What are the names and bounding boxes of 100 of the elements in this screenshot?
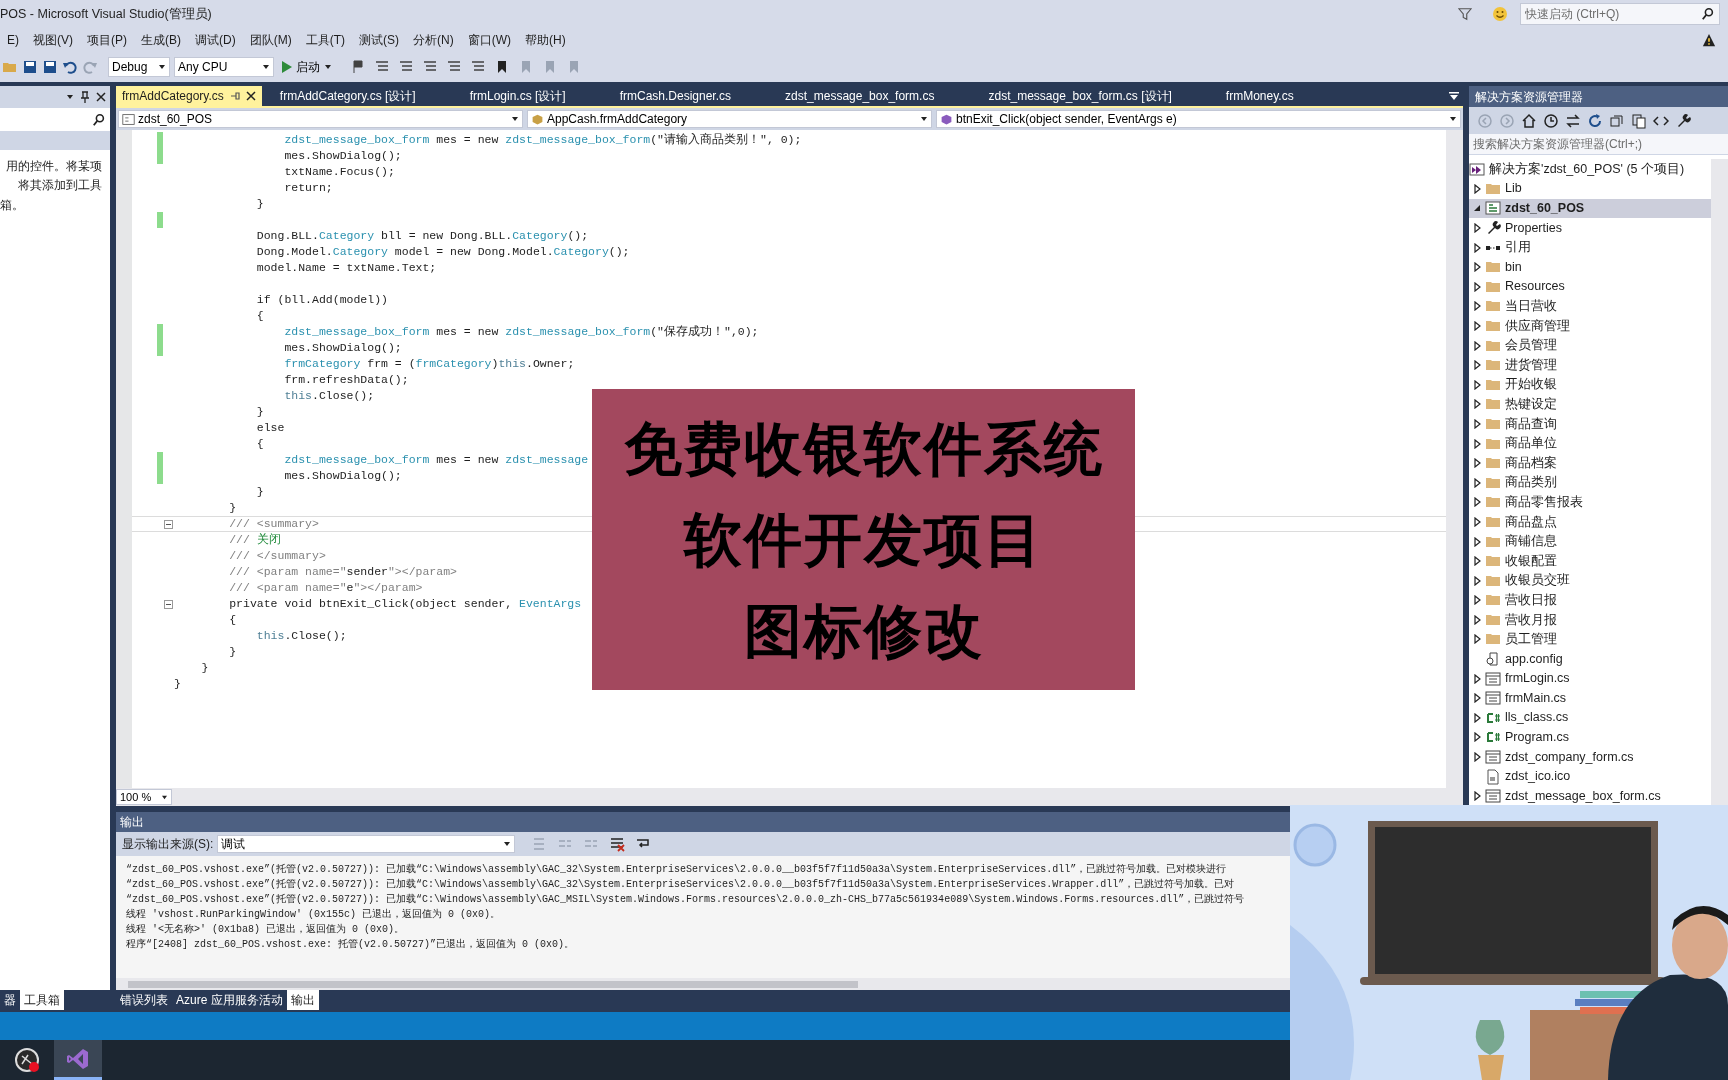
recorder-app-icon[interactable] <box>14 1047 40 1073</box>
tree-item[interactable]: 营收日报 <box>1505 590 1557 610</box>
collapsed-arrow-icon[interactable] <box>1473 556 1481 567</box>
panel-tab[interactable]: 工具箱 <box>20 990 64 1010</box>
copy-icon[interactable] <box>1631 112 1647 129</box>
tree-item[interactable]: frmLogin.cs <box>1505 669 1570 689</box>
tree-item[interactable]: 商铺信息 <box>1505 532 1557 551</box>
tree-item[interactable]: 商品零售报表 <box>1505 492 1583 512</box>
output-source-dropdown[interactable]: 调试 <box>217 835 516 853</box>
filter-icon[interactable] <box>1458 7 1472 21</box>
tree-item[interactable]: 当日营收 <box>1505 297 1557 316</box>
refresh-icon[interactable] <box>1587 112 1603 129</box>
tree-item[interactable]: 商品类别 <box>1505 473 1557 493</box>
collapsed-arrow-icon[interactable] <box>1473 712 1481 723</box>
tree-item[interactable]: frmMain.cs <box>1505 688 1567 708</box>
tree-item[interactable]: 收银配置 <box>1505 551 1557 571</box>
panel-tab[interactable]: 器 <box>0 990 20 1010</box>
save-all-icon[interactable] <box>42 59 58 75</box>
tree-item[interactable]: Lib <box>1505 179 1522 199</box>
panel-tab[interactable]: 输出 <box>286 990 319 1010</box>
tree-item[interactable]: app.config <box>1505 649 1563 669</box>
quick-launch-box[interactable]: 快速启动 (Ctrl+Q) <box>1520 3 1720 25</box>
collapsed-arrow-icon[interactable] <box>1473 497 1481 508</box>
start-button[interactable]: 启动 <box>278 56 336 78</box>
tree-item[interactable]: 营收月报 <box>1505 610 1557 630</box>
menu-item[interactable]: 测试(S) <box>352 31 406 49</box>
tree-item[interactable]: bin <box>1505 257 1522 277</box>
tree-item[interactable]: 解决方案'zdst_60_POS' (5 个项目) <box>1489 159 1685 179</box>
collapsed-arrow-icon[interactable] <box>1473 614 1481 625</box>
close-icon[interactable] <box>96 92 106 102</box>
editor-tab[interactable]: zdst_message_box_form.cs [设计] <box>982 86 1178 106</box>
editor-tab[interactable]: frmCash.Designer.cs <box>613 86 738 106</box>
collapsed-arrow-icon[interactable] <box>1473 418 1481 429</box>
tree-item[interactable]: 热键设定 <box>1505 394 1557 414</box>
collapsed-arrow-icon[interactable] <box>1473 752 1481 763</box>
tree-item[interactable]: zdst_company_form.cs <box>1505 747 1634 767</box>
collapsed-arrow-icon[interactable] <box>1473 379 1481 390</box>
collapsed-arrow-icon[interactable] <box>1473 360 1481 371</box>
editor-tab[interactable]: frmAddCategory.cs <box>116 86 262 106</box>
collapsed-arrow-icon[interactable] <box>1473 634 1481 645</box>
tree-item[interactable]: Resources <box>1505 277 1565 297</box>
tree-item[interactable]: 会员管理 <box>1505 336 1557 355</box>
collapsed-arrow-icon[interactable] <box>1473 732 1481 743</box>
panel-tab[interactable]: 错误列表 <box>116 990 172 1010</box>
tree-item[interactable]: Properties <box>1505 218 1562 238</box>
editor-tab[interactable]: frmAddCategory.cs [设计] <box>273 86 422 106</box>
navigation-dropdown[interactable]: btnExit_Click(object sender, EventArgs e) <box>936 110 1461 128</box>
quick-launch-field[interactable]: 快速启动 (Ctrl+Q) <box>1525 5 1701 23</box>
home-icon[interactable] <box>1521 112 1537 129</box>
tree-item[interactable]: Program.cs <box>1505 728 1569 747</box>
collapsed-arrow-icon[interactable] <box>1473 399 1481 410</box>
menu-item[interactable]: 分析(N) <box>406 31 461 49</box>
pin-icon[interactable] <box>80 91 90 103</box>
tree-item[interactable]: 商品档案 <box>1505 453 1557 473</box>
editor-tab[interactable]: zdst_message_box_form.cs <box>779 86 941 106</box>
warning-icon[interactable] <box>1702 33 1716 47</box>
collapsed-arrow-icon[interactable] <box>1473 516 1481 527</box>
tree-item[interactable]: 开始收银 <box>1505 375 1557 395</box>
navigation-dropdown[interactable]: AppCash.frmAddCategory <box>527 110 932 128</box>
collapsed-arrow-icon[interactable] <box>1473 262 1481 273</box>
dropdown-icon[interactable] <box>66 94 74 100</box>
tree-item[interactable]: 进货管理 <box>1505 355 1557 375</box>
menu-item[interactable]: 生成(B) <box>134 31 188 49</box>
configuration-dropdown[interactable]: Debug <box>108 57 170 77</box>
collapse-icon[interactable] <box>164 599 173 609</box>
collapsed-arrow-icon[interactable] <box>1473 223 1481 233</box>
collapsed-arrow-icon[interactable] <box>1473 281 1481 292</box>
collapsed-arrow-icon[interactable] <box>1473 673 1481 684</box>
tree-item[interactable]: 商品盘点 <box>1505 512 1557 532</box>
menu-item[interactable]: 工具(T) <box>298 31 352 49</box>
tree-item[interactable]: 收银员交班 <box>1505 571 1570 591</box>
tree-item[interactable]: 供应商管理 <box>1505 316 1570 336</box>
tree-item[interactable]: 商品查询 <box>1505 414 1557 434</box>
smiley-icon[interactable] <box>1492 6 1508 22</box>
collapsed-arrow-icon[interactable] <box>1473 301 1481 312</box>
editor-tab[interactable]: frmLogin.cs [设计] <box>463 86 572 106</box>
navigation-dropdown[interactable]: zdst_60_POS <box>118 110 523 128</box>
menu-item[interactable]: 视图(V) <box>26 31 80 49</box>
flag-icon[interactable] <box>350 59 366 75</box>
tree-item[interactable]: zdst_60_POS <box>1505 199 1585 218</box>
collapsed-arrow-icon[interactable] <box>1473 536 1481 547</box>
selected-row[interactable]: zdst_60_POS <box>1469 198 1711 219</box>
collapsed-arrow-icon[interactable] <box>1473 438 1481 449</box>
menu-item[interactable]: 团队(M) <box>242 31 299 49</box>
collapsed-arrow-icon[interactable] <box>1473 477 1481 488</box>
history-icon[interactable] <box>1543 112 1559 129</box>
undo-icon[interactable] <box>62 59 78 75</box>
panel-tab[interactable]: Azure 应用服务活动 <box>172 990 287 1010</box>
collapsed-arrow-icon[interactable] <box>1473 242 1481 253</box>
tab-list-icon[interactable] <box>1449 92 1459 100</box>
pin-icon[interactable] <box>229 91 240 101</box>
menu-item[interactable]: 调试(D) <box>188 31 243 49</box>
platform-dropdown[interactable]: Any CPU <box>174 57 274 77</box>
collapse-all-icon[interactable] <box>1609 112 1625 129</box>
collapsed-arrow-icon[interactable] <box>1473 320 1481 331</box>
editor-tab[interactable]: frmMoney.cs <box>1219 86 1300 106</box>
collapsed-arrow-icon[interactable] <box>1473 458 1481 469</box>
menu-item[interactable]: 窗口(W) <box>460 31 518 49</box>
tree-item[interactable]: lls_class.cs <box>1505 708 1569 728</box>
collapsed-arrow-icon[interactable] <box>1473 595 1481 606</box>
